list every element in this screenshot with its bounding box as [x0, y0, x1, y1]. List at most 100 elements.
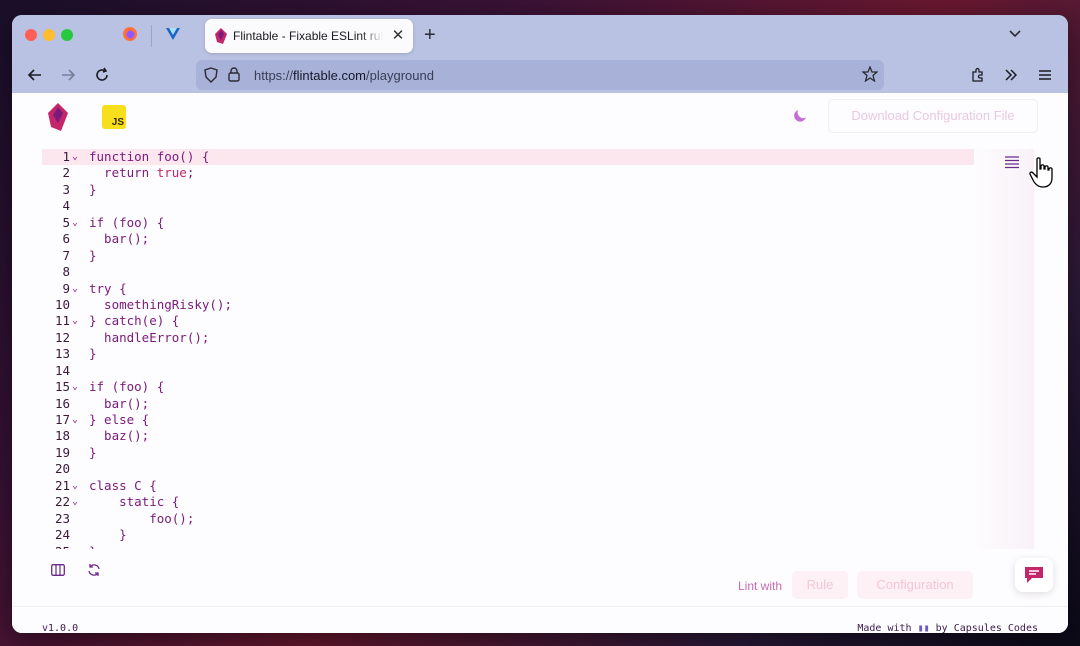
code-line[interactable]: 5 ⌄ if (foo) { [42, 215, 974, 231]
overflow-menu-button[interactable] [1000, 64, 1022, 86]
line-number: 23 [54, 510, 70, 526]
fold-chevron-icon[interactable]: ⌄ [72, 412, 78, 428]
flintable-favicon-icon [214, 28, 228, 49]
code-line[interactable]: 15 ⌄ if (foo) { [42, 379, 974, 395]
tab-flintable[interactable]: Flintable - Fixable ESLint rules P ✕ [205, 19, 413, 53]
flintable-logo-icon[interactable] [46, 103, 70, 136]
code-line[interactable]: 16 bar(); [42, 396, 974, 412]
flintable-page: JS Download Configuration File 1 ⌄ functio… [12, 93, 1068, 633]
shield-icon[interactable] [204, 67, 218, 88]
code-line[interactable]: 7} [42, 248, 974, 264]
vuetify-icon [165, 26, 181, 47]
code-line[interactable]: 9 ⌄ try { [42, 281, 974, 297]
line-number: 20 [54, 461, 70, 477]
capsules-heart-icon: ▮▮ [917, 623, 930, 633]
new-tab-button[interactable]: + [424, 24, 436, 47]
moon-theme-toggle-icon[interactable] [794, 108, 808, 127]
code-line[interactable]: 2 return true; [42, 165, 974, 181]
split-layout-icon[interactable] [51, 563, 65, 581]
hand-pointer-cursor-icon [1028, 157, 1056, 194]
code-text: handleError(); [89, 329, 210, 345]
line-number: 11 [54, 313, 70, 329]
lock-icon[interactable] [228, 67, 240, 87]
pinned-tab-vuetify[interactable] [155, 23, 191, 49]
zoom-window-button[interactable] [61, 29, 73, 41]
line-number: 10 [54, 296, 70, 312]
url-bar[interactable]: https://flintable.com/playground [196, 60, 884, 90]
url-prefix: https:// [254, 68, 294, 83]
code-line[interactable]: 13} [42, 346, 974, 362]
tab-separator [151, 25, 152, 47]
close-window-button[interactable] [25, 29, 37, 41]
code-line[interactable]: 25} [42, 544, 974, 550]
fold-chevron-icon[interactable]: ⌄ [72, 281, 78, 297]
line-number: 7 [62, 247, 70, 263]
code-text: } [89, 247, 97, 263]
code-line[interactable]: 10 somethingRisky(); [42, 297, 974, 313]
fold-chevron-icon[interactable]: ⌄ [72, 313, 78, 329]
code-line[interactable]: 11 ⌄} catch(e) { [42, 313, 974, 329]
browser-window: Flintable - Fixable ESLint rules P ✕ + h… [12, 15, 1068, 633]
editor-side-panel [974, 149, 1034, 549]
code-text: if (foo) { [89, 379, 165, 395]
code-text: baz(); [89, 428, 150, 444]
chat-widget-button[interactable] [1015, 558, 1053, 592]
rules-list-icon[interactable] [1004, 155, 1020, 174]
code-line[interactable]: 14 [42, 363, 974, 379]
url-text[interactable]: https://flintable.com/playground [254, 68, 434, 83]
code-line[interactable]: 6 bar(); [42, 231, 974, 247]
line-number: 4 [62, 198, 70, 214]
line-number: 6 [62, 231, 70, 247]
pinned-tab-firefox[interactable] [112, 23, 148, 49]
code-line[interactable]: 3} [42, 182, 974, 198]
fold-chevron-icon[interactable]: ⌄ [72, 478, 78, 494]
code-line[interactable]: 4 [42, 198, 974, 214]
tab-list-chevron-down-icon[interactable] [1008, 27, 1022, 46]
code-text: } [89, 544, 97, 550]
fold-chevron-icon[interactable]: ⌄ [72, 379, 78, 395]
fold-chevron-icon[interactable]: ⌄ [72, 494, 78, 510]
lint-configuration-button[interactable]: Configuration [857, 571, 973, 599]
line-number: 5 [62, 214, 70, 230]
line-number: 1 [62, 149, 70, 164]
minimize-window-button[interactable] [43, 29, 55, 41]
code-line[interactable]: 24 } [42, 527, 974, 543]
line-number: 2 [62, 165, 70, 181]
line-number: 25 [42, 544, 70, 550]
javascript-language-button[interactable]: JS [102, 105, 126, 129]
line-number: 13 [54, 346, 70, 362]
code-line[interactable]: 8 [42, 264, 974, 280]
made-with-credit[interactable]: Made with ▮▮ by Capsules Codes [857, 623, 1038, 633]
code-line[interactable]: 12 handleError(); [42, 330, 974, 346]
code-text: class C { [89, 477, 157, 493]
fold-chevron-icon[interactable]: ⌄ [72, 149, 78, 165]
close-tab-icon[interactable]: ✕ [389, 26, 407, 44]
back-button[interactable] [24, 64, 46, 86]
code-line[interactable]: 23 foo(); [42, 511, 974, 527]
hamburger-icon [1039, 70, 1051, 80]
code-text: } [89, 346, 97, 362]
code-line[interactable]: 18 baz(); [42, 428, 974, 444]
reload-button[interactable] [91, 64, 113, 86]
extensions-button[interactable] [967, 64, 989, 86]
lint-rule-button[interactable]: Rule [792, 571, 848, 599]
forward-button[interactable] [57, 64, 79, 86]
fold-chevron-icon[interactable]: ⌄ [72, 215, 78, 231]
app-menu-button[interactable] [1034, 64, 1056, 86]
tab-title: Flintable - Fixable ESLint rules P [233, 29, 383, 43]
star-bookmark-icon[interactable] [861, 65, 879, 87]
code-line[interactable]: 20 [42, 461, 974, 477]
refresh-icon[interactable] [87, 563, 101, 582]
code-line[interactable]: 17 ⌄} else { [42, 412, 974, 428]
code-line[interactable]: 19} [42, 445, 974, 461]
code-line[interactable]: 22 ⌄ static { [42, 494, 974, 510]
code-line[interactable]: 1 ⌄ function foo() { [42, 149, 974, 166]
code-line[interactable]: 21 ⌄ class C { [42, 478, 974, 494]
code-text: } [89, 527, 127, 543]
line-number: 21 [54, 477, 70, 493]
code-text: foo(); [89, 510, 195, 526]
code-editor[interactable]: 1 ⌄ function foo() {2 return true; 3} 4 5 ⌄ if … [42, 149, 974, 549]
line-number: 22 [54, 494, 70, 510]
lint-with-label: Lint with [738, 579, 783, 593]
download-configuration-button[interactable]: Download Configuration File [828, 99, 1038, 133]
